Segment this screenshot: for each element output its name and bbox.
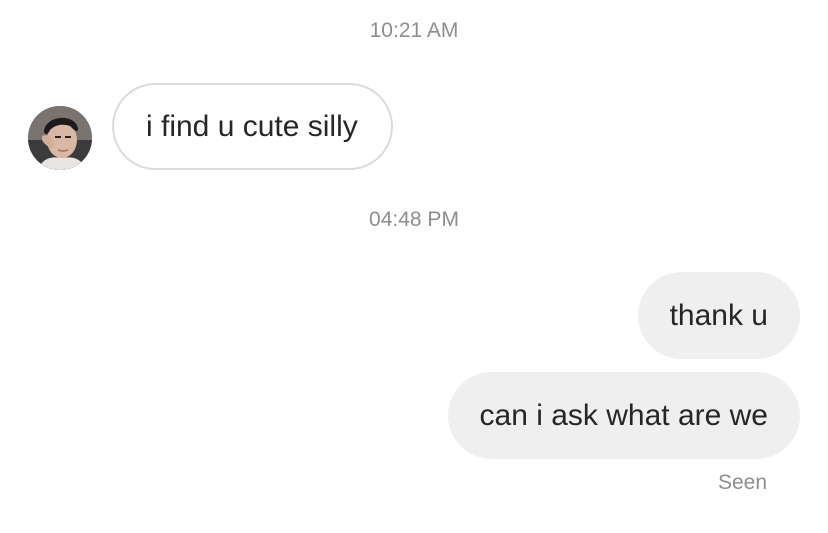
outgoing-message-bubble[interactable]: can i ask what are we [447, 372, 800, 459]
outgoing-message-bubble[interactable]: thank u [637, 272, 800, 359]
message-timestamp: 10:21 AM [369, 19, 459, 42]
message-text: can i ask what are we [479, 398, 768, 432]
incoming-message-bubble[interactable]: i find u cute silly [112, 83, 393, 170]
avatar-photo-icon [28, 106, 92, 170]
message-timestamp: 04:48 PM [369, 208, 459, 231]
contact-avatar[interactable] [28, 106, 92, 170]
message-text: i find u cute silly [146, 109, 358, 143]
message-text: thank u [669, 298, 768, 332]
read-receipt: Seen [717, 471, 767, 494]
